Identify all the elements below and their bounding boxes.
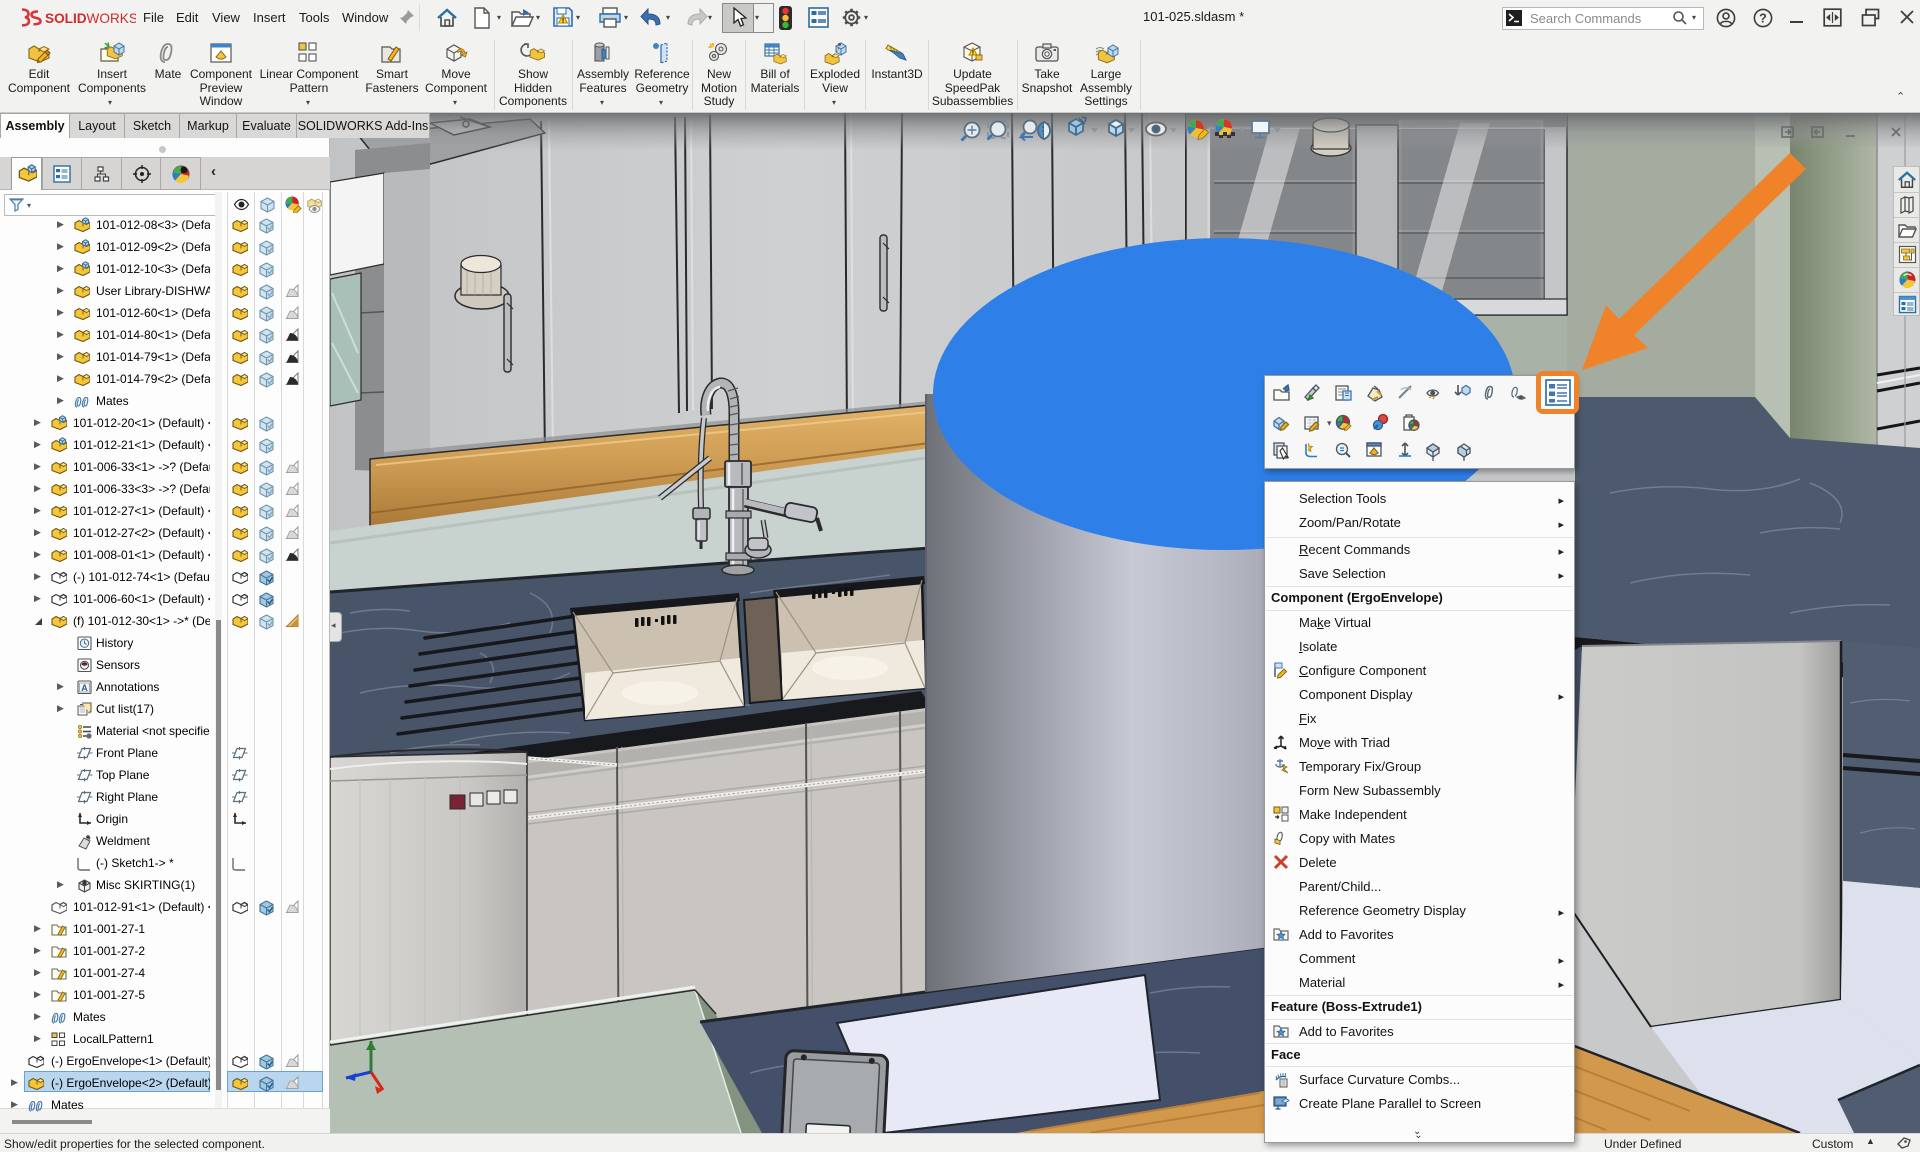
svg-text:SOLIDWORKS: SOLIDWORKS (45, 11, 136, 26)
svg-text:!: ! (562, 17, 564, 24)
svg-text:▾: ▾ (1327, 418, 1332, 428)
svg-text:!: ! (971, 50, 973, 57)
svg-text:?: ? (1759, 12, 1767, 26)
